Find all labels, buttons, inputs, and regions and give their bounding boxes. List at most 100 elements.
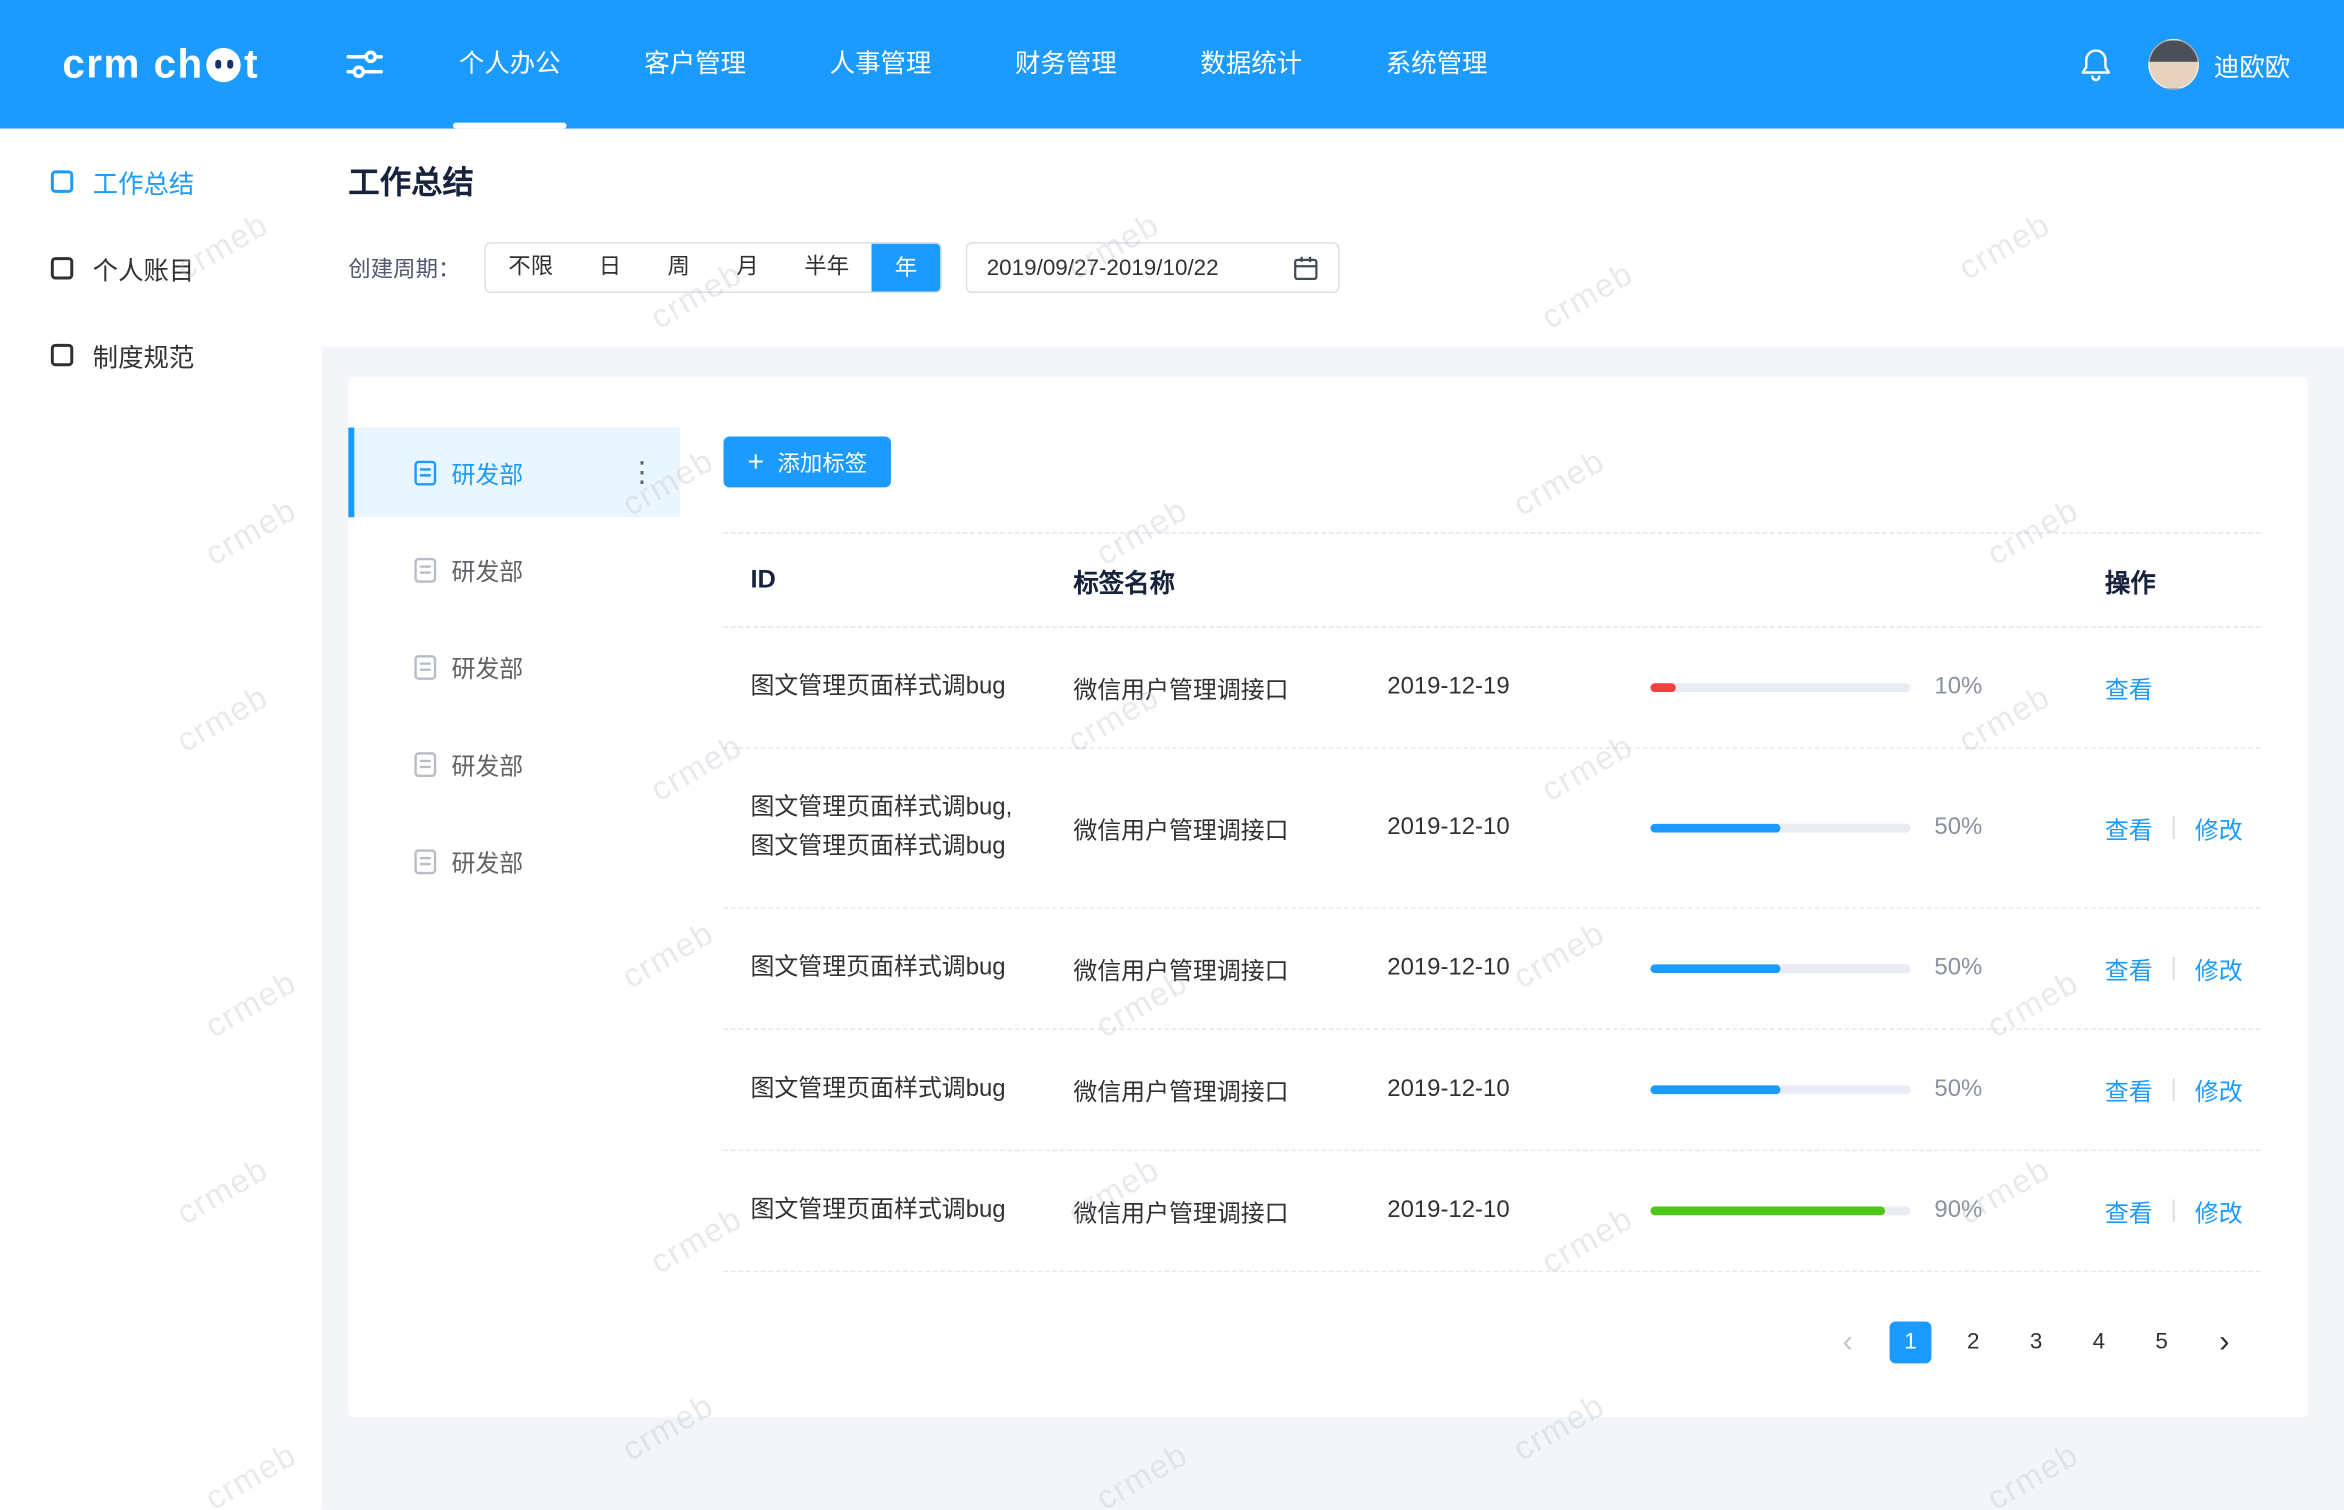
department-item[interactable]: 研发部 <box>348 525 680 615</box>
cell-progress: 90% <box>1650 1197 2009 1224</box>
cell-tag: 微信用户管理调接口 <box>1073 810 1387 846</box>
brand-logo[interactable]: crm ch t <box>0 41 321 87</box>
table-row: 图文管理页面样式调bug 微信用户管理调接口 2019-12-10 90% 查看… <box>724 1151 2261 1272</box>
cell-progress: 50% <box>1650 955 2009 982</box>
page-button-4[interactable]: 4 <box>2078 1321 2120 1363</box>
cell-task: 图文管理页面样式调bug <box>724 1070 1074 1109</box>
progress-percent: 50% <box>1934 1076 1982 1103</box>
progress-percent: 10% <box>1934 674 1982 701</box>
sidebar-item-label: 个人账目 <box>93 249 195 286</box>
period-option-year[interactable]: 年 <box>872 244 941 292</box>
department-item[interactable]: 研发部 ⋮ <box>348 428 680 518</box>
page-title: 工作总结 <box>348 158 2344 203</box>
cell-date: 2019-12-19 <box>1387 674 1650 701</box>
header-id: ID <box>724 565 1074 595</box>
period-option-month[interactable]: 月 <box>713 244 782 292</box>
table-header: ID 标签名称 操作 <box>724 532 2261 628</box>
sidebar-item-label: 制度规范 <box>93 336 195 373</box>
next-page-icon[interactable]: › <box>2203 1321 2245 1363</box>
cell-date: 2019-12-10 <box>1387 1197 1650 1224</box>
table-row: 图文管理页面样式调bug 微信用户管理调接口 2019-12-19 10% 查看 <box>724 628 2261 749</box>
add-tag-label: 添加标签 <box>778 446 868 477</box>
user-name[interactable]: 迪欧欧 <box>2214 46 2290 83</box>
table-area: + 添加标签 ID 标签名称 操作 图文管理页面样式调bug 微信用户管理调接口… <box>680 377 2308 1417</box>
page-button-2[interactable]: 2 <box>1952 1321 1994 1363</box>
period-option-unlimited[interactable]: 不限 <box>486 244 576 292</box>
page-button-5[interactable]: 5 <box>2141 1321 2183 1363</box>
department-item[interactable]: 研发部 <box>348 816 680 906</box>
add-tag-button[interactable]: + 添加标签 <box>724 437 892 488</box>
sidebar-item-work-summary[interactable]: 工作总结 <box>0 138 321 225</box>
pagination: ‹ 1 2 3 4 5 › <box>724 1321 2261 1363</box>
date-range-picker[interactable]: 2019/09/27-2019/10/22 <box>966 242 1340 293</box>
view-link[interactable]: 查看 <box>2105 810 2153 846</box>
period-segmented-control: 不限 日 周 月 半年 年 <box>484 242 941 293</box>
viewport: crm ch t 个人办公 客户管理 人事管理 财务管理 数据统计 系统管理 <box>0 0 2344 1510</box>
nav-item-data-stats[interactable]: 数据统计 <box>1197 0 1305 129</box>
link-separator: | <box>2171 1076 2177 1103</box>
nav-item-system-mgmt[interactable]: 系统管理 <box>1383 0 1491 129</box>
logo-text-left: crm ch <box>62 41 203 87</box>
cell-actions: 查看 <box>2009 670 2260 706</box>
view-link[interactable]: 查看 <box>2105 670 2153 706</box>
view-link[interactable]: 查看 <box>2105 1072 2153 1108</box>
cell-actions: 查看 | 修改 <box>2009 951 2260 987</box>
edit-link[interactable]: 修改 <box>2195 1193 2243 1229</box>
progress-percent: 90% <box>1934 1197 1982 1224</box>
progress-bar <box>1650 1206 1910 1215</box>
cell-task: 图文管理页面样式调bug, 图文管理页面样式调bug <box>724 789 1074 867</box>
top-navbar: crm ch t 个人办公 客户管理 人事管理 财务管理 数据统计 系统管理 <box>0 0 2344 129</box>
cell-progress: 10% <box>1650 674 2009 701</box>
cell-tag: 微信用户管理调接口 <box>1073 670 1387 706</box>
department-label: 研发部 <box>451 454 523 490</box>
avatar[interactable] <box>2148 39 2199 90</box>
cell-task: 图文管理页面样式调bug <box>724 949 1074 988</box>
chat-bubble-icon <box>207 47 241 81</box>
sidebar-item-rules[interactable]: 制度规范 <box>0 311 321 398</box>
navbar-right: 迪欧欧 <box>2079 39 2344 90</box>
progress-bar <box>1650 824 1910 833</box>
prev-page-icon[interactable]: ‹ <box>1827 1321 1869 1363</box>
date-range-value: 2019/09/27-2019/10/22 <box>987 255 1219 280</box>
page-button-1[interactable]: 1 <box>1890 1321 1932 1363</box>
edit-link[interactable]: 修改 <box>2195 1072 2243 1108</box>
document-icon <box>414 654 436 679</box>
nav-item-finance-mgmt[interactable]: 财务管理 <box>1012 0 1120 129</box>
link-separator: | <box>2171 1197 2177 1224</box>
cell-task: 图文管理页面样式调bug <box>724 668 1074 707</box>
view-link[interactable]: 查看 <box>2105 951 2153 987</box>
progress-percent: 50% <box>1934 815 1982 842</box>
document-icon <box>414 848 436 873</box>
period-option-day[interactable]: 日 <box>576 244 645 292</box>
sidebar-item-personal-accounts[interactable]: 个人账目 <box>0 224 321 311</box>
header-tag-name: 标签名称 <box>1073 561 1387 598</box>
cell-actions: 查看 | 修改 <box>2009 1072 2260 1108</box>
progress-percent: 50% <box>1934 955 1982 982</box>
view-link[interactable]: 查看 <box>2105 1193 2153 1229</box>
edit-link[interactable]: 修改 <box>2195 951 2243 987</box>
page-button-3[interactable]: 3 <box>2015 1321 2057 1363</box>
department-label: 研发部 <box>451 649 523 685</box>
nav-item-customer-mgmt[interactable]: 客户管理 <box>641 0 749 129</box>
page-header: 工作总结 创建周期： 不限 日 周 月 半年 年 2019/09/27-2019… <box>321 129 2344 347</box>
more-icon[interactable]: ⋮ <box>628 458 656 486</box>
period-option-half-year[interactable]: 半年 <box>782 244 872 292</box>
sliders-icon[interactable] <box>321 48 417 81</box>
cell-progress: 50% <box>1650 815 2009 842</box>
document-icon <box>414 557 436 582</box>
plus-icon: + <box>747 448 764 476</box>
progress-bar <box>1650 683 1910 692</box>
nav-item-personal-office[interactable]: 个人办公 <box>456 0 564 129</box>
cell-actions: 查看 | 修改 <box>2009 1193 2260 1229</box>
cell-progress: 50% <box>1650 1076 2009 1103</box>
department-item[interactable]: 研发部 <box>348 719 680 809</box>
content-card: 研发部 ⋮ 研发部 研发部 <box>348 377 2308 1417</box>
edit-link[interactable]: 修改 <box>2195 810 2243 846</box>
period-option-week[interactable]: 周 <box>644 244 713 292</box>
bell-icon[interactable] <box>2079 46 2112 82</box>
calendar-icon <box>1293 255 1318 280</box>
progress-bar <box>1650 1085 1910 1094</box>
department-item[interactable]: 研发部 <box>348 622 680 712</box>
nav-item-hr-mgmt[interactable]: 人事管理 <box>827 0 935 129</box>
link-separator: | <box>2171 955 2177 982</box>
